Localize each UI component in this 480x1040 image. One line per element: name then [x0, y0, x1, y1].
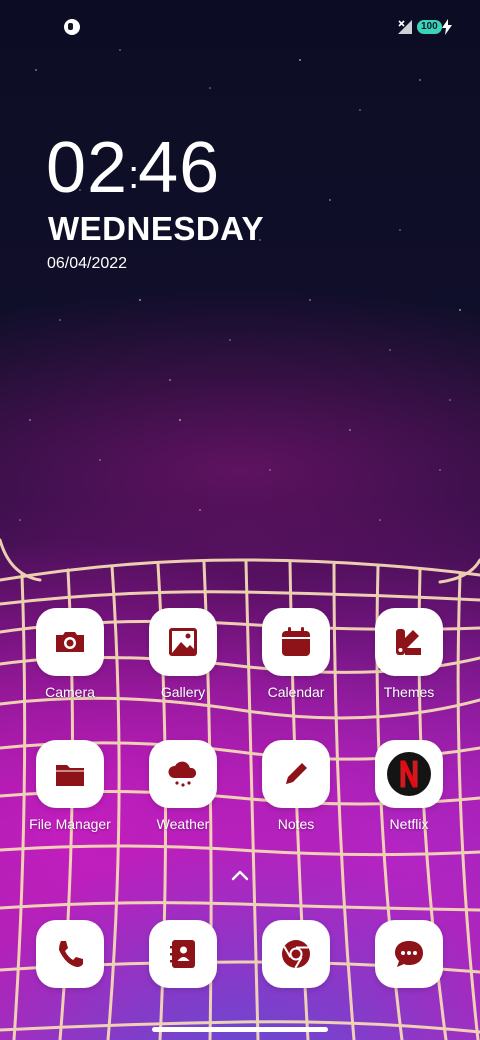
dock-phone[interactable] [15, 920, 125, 988]
calendar-icon [282, 627, 310, 656]
themes-icon [396, 629, 421, 655]
battery-level-badge: 100 [417, 20, 442, 34]
netflix-icon [387, 752, 431, 796]
app-label: File Manager [29, 816, 111, 832]
app-label: Calendar [267, 684, 325, 700]
phone-icon [59, 941, 83, 967]
dock-contacts[interactable] [128, 920, 238, 988]
app-notes[interactable]: Notes [241, 740, 351, 832]
gesture-navigation-bar[interactable] [152, 1027, 328, 1032]
weekday-label: WEDNESDAY [48, 210, 264, 247]
app-label: Netflix [389, 816, 429, 832]
no-signal-icon [398, 20, 412, 34]
app-label: Gallery [160, 684, 206, 700]
app-camera[interactable]: Camera [15, 608, 125, 700]
chrome-icon [282, 940, 310, 969]
date-label: 06/04/2022 [47, 255, 128, 272]
app-weather[interactable]: Weather [128, 740, 238, 832]
folder-icon [56, 765, 84, 786]
camera-icon [56, 632, 84, 652]
weather-icon [168, 761, 197, 787]
app-calendar[interactable]: Calendar [241, 608, 351, 700]
clock-hours: 02 [46, 128, 129, 208]
app-netflix[interactable]: Netflix [354, 740, 464, 832]
app-label: Camera [45, 684, 95, 700]
dock-chrome[interactable] [241, 920, 351, 988]
clock-minutes: 46 [138, 128, 221, 208]
dock-messages[interactable] [354, 920, 464, 988]
contacts-icon [170, 940, 195, 968]
clock-widget[interactable]: 02:46 [46, 128, 220, 219]
status-bar: 100 [0, 0, 480, 56]
app-label: Notes [277, 816, 315, 832]
clock-separator: : [128, 153, 141, 197]
app-drawer-chevron-up-icon[interactable] [230, 868, 250, 882]
image-icon [169, 628, 197, 656]
app-gallery[interactable]: Gallery [128, 608, 238, 700]
pencil-icon [286, 763, 307, 784]
charging-bolt-icon [442, 19, 452, 35]
app-label: Weather [156, 816, 210, 832]
messages-icon [395, 941, 423, 967]
app-label: Themes [383, 684, 435, 700]
app-file-manager[interactable]: File Manager [15, 740, 125, 832]
app-notification-icon [64, 19, 80, 35]
app-themes[interactable]: Themes [354, 608, 464, 700]
